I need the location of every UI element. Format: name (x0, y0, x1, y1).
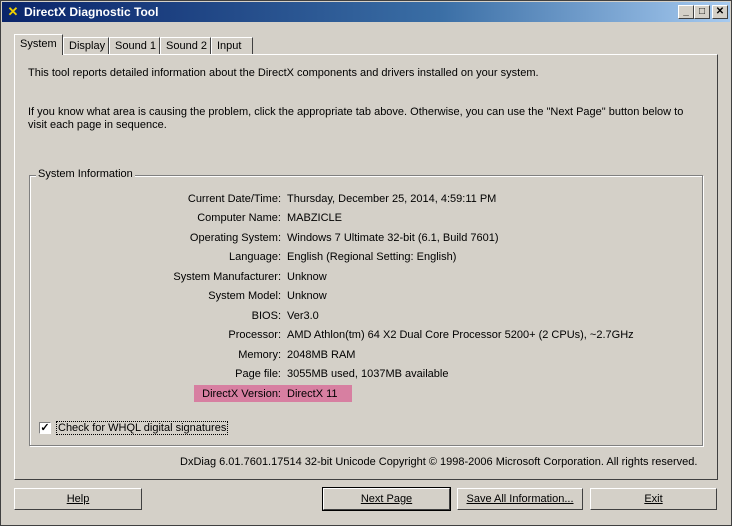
checkmark-icon: ✓ (40, 422, 50, 434)
window-title: DirectX Diagnostic Tool (24, 5, 159, 19)
info-value: Ver3.0 (287, 310, 319, 322)
info-row-bios: BIOS: Ver3.0 (0, 310, 732, 326)
info-label: Computer Name: (197, 212, 281, 224)
info-value: Unknow (287, 271, 327, 283)
info-label: Language: (229, 251, 281, 263)
info-row-memory: Memory: 2048MB RAM (0, 349, 732, 365)
info-value: AMD Athlon(tm) 64 X2 Dual Core Processor… (287, 329, 634, 341)
tab-display[interactable]: Display (63, 37, 109, 54)
save-all-information-button[interactable]: Save All Information... (457, 488, 583, 510)
info-row-manufacturer: System Manufacturer: Unknow (0, 271, 732, 287)
close-button[interactable]: ✕ (712, 5, 728, 19)
info-row-directx-version: DirectX Version: DirectX 11 (0, 388, 732, 404)
intro-text-1: This tool reports detailed information a… (28, 67, 539, 79)
intro-text-2: If you know what area is causing the pro… (28, 106, 684, 118)
info-row-language: Language: English (Regional Setting: Eng… (0, 251, 732, 267)
info-value: DirectX 11 (287, 388, 338, 400)
info-label: Page file: (235, 368, 281, 380)
next-page-button-label: Next Page (360, 493, 413, 505)
tab-system[interactable]: System (14, 34, 63, 55)
help-button[interactable]: Help (14, 488, 142, 510)
info-label: Operating System: (189, 232, 281, 244)
title-bar[interactable]: ✕ DirectX Diagnostic Tool _ □ ✕ (2, 2, 730, 22)
info-label: DirectX Version: (202, 388, 281, 400)
info-label: BIOS: (251, 310, 281, 322)
copyright-text: DxDiag 6.01.7601.17514 32-bit Unicode Co… (180, 456, 698, 468)
whql-checkbox-label[interactable]: Check for WHQL digital signatures (56, 421, 229, 435)
maximize-icon: □ (698, 6, 706, 17)
save-all-button-label: Save All Information... (466, 493, 574, 505)
info-row-processor: Processor: AMD Athlon(tm) 64 X2 Dual Cor… (0, 329, 732, 345)
system-information-title: System Information (36, 168, 135, 180)
info-label: Current Date/Time: (187, 193, 281, 205)
tab-input[interactable]: Input (211, 37, 253, 54)
minimize-button[interactable]: _ (678, 5, 694, 19)
exit-button-label: Exit (644, 493, 663, 505)
maximize-button[interactable]: □ (694, 5, 710, 19)
info-value: English (Regional Setting: English) (287, 251, 457, 263)
info-label: System Manufacturer: (173, 271, 281, 283)
help-button-label: Help (66, 493, 90, 505)
info-row-os: Operating System: Windows 7 Ultimate 32-… (0, 232, 732, 248)
tab-sound-1[interactable]: Sound 1 (109, 37, 160, 54)
next-page-button[interactable]: Next Page (322, 487, 451, 511)
info-value: 3055MB used, 1037MB available (287, 368, 449, 380)
info-label: Processor: (228, 329, 281, 341)
tab-sound-2[interactable]: Sound 2 (160, 37, 211, 54)
exit-button[interactable]: Exit (590, 488, 717, 510)
info-value: Thursday, December 25, 2014, 4:59:11 PM (287, 193, 497, 205)
info-row-computer-name: Computer Name: MABZICLE (0, 212, 732, 228)
info-value: Windows 7 Ultimate 32-bit (6.1, Build 76… (287, 232, 499, 244)
intro-text-3: visit each page in sequence. (28, 119, 167, 131)
close-icon: ✕ (715, 6, 725, 17)
info-row-date: Current Date/Time: Thursday, December 25… (0, 193, 732, 209)
info-value: MABZICLE (287, 212, 343, 224)
minimize-icon: _ (683, 6, 689, 17)
info-label: System Model: (208, 290, 281, 302)
info-row-page-file: Page file: 3055MB used, 1037MB available (0, 368, 732, 384)
info-value: 2048MB RAM (287, 349, 356, 361)
directx-app-icon: ✕ (7, 4, 19, 19)
info-label: Memory: (238, 349, 281, 361)
info-row-model: System Model: Unknow (0, 290, 732, 306)
info-value: Unknow (287, 290, 327, 302)
whql-checkbox[interactable]: ✓ (39, 422, 51, 434)
